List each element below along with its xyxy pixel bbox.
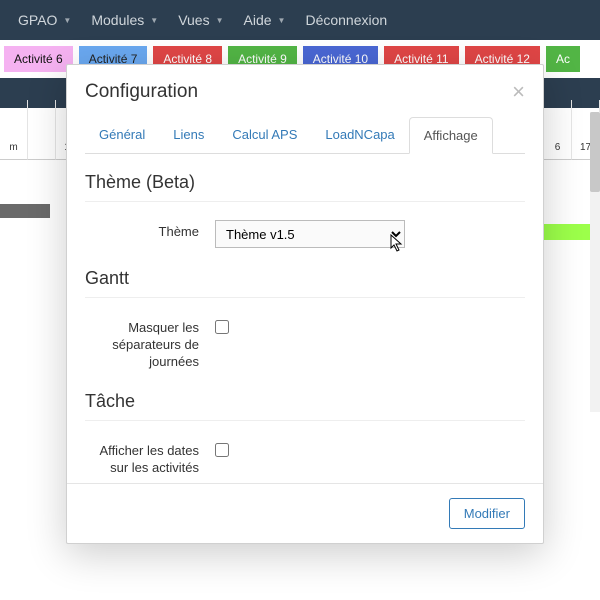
- section-heading-theme: Thème (Beta): [85, 172, 525, 193]
- close-icon[interactable]: ×: [512, 81, 525, 103]
- nav-aide[interactable]: Aide▼: [234, 12, 296, 28]
- modal-title: Configuration: [85, 81, 198, 103]
- caret-down-icon: ▼: [216, 16, 224, 25]
- scrollbar-thumb[interactable]: [590, 112, 600, 192]
- divider: [85, 201, 525, 202]
- caret-down-icon: ▼: [150, 16, 158, 25]
- tab-general[interactable]: Général: [85, 117, 159, 153]
- form-row-theme: Thème Thème v1.5: [85, 220, 525, 248]
- divider: [85, 420, 525, 421]
- nav-vues[interactable]: Vues▼: [168, 12, 233, 28]
- nav-logout[interactable]: Déconnexion: [295, 12, 397, 28]
- activity-6[interactable]: Activité 6: [4, 46, 73, 72]
- top-navbar: GPAO▼ Modules▼ Vues▼ Aide▼ Déconnexion: [0, 0, 600, 40]
- task-dates-checkbox[interactable]: [215, 443, 229, 457]
- modal-body: Général Liens Calcul APS LoadNCapa Affic…: [67, 117, 543, 483]
- form-row-gantt-sep: Masquer les séparateurs de journées: [85, 316, 525, 371]
- gantt-col: [28, 100, 56, 160]
- section-heading-task: Tâche: [85, 391, 525, 412]
- tab-affichage[interactable]: Affichage: [409, 117, 493, 154]
- theme-select[interactable]: Thème v1.5: [215, 220, 405, 248]
- gantt-bar[interactable]: [0, 204, 50, 218]
- tab-calcul-aps[interactable]: Calcul APS: [218, 117, 311, 153]
- nav-modules[interactable]: Modules▼: [81, 12, 168, 28]
- activity-ac[interactable]: Ac: [546, 46, 580, 72]
- gantt-separator-label: Masquer les séparateurs de journées: [85, 316, 215, 371]
- modal-footer: Modifier: [67, 483, 543, 543]
- divider: [85, 297, 525, 298]
- theme-label: Thème: [85, 220, 215, 241]
- tab-liens[interactable]: Liens: [159, 117, 218, 153]
- caret-down-icon: ▼: [278, 16, 286, 25]
- modifier-button[interactable]: Modifier: [449, 498, 525, 529]
- modal-header: Configuration ×: [67, 65, 543, 117]
- task-dates-label: Afficher les dates sur les activités: [85, 439, 215, 477]
- tab-loadncapa[interactable]: LoadNCapa: [311, 117, 408, 153]
- caret-down-icon: ▼: [63, 16, 71, 25]
- section-heading-gantt: Gantt: [85, 268, 525, 289]
- configuration-modal: Configuration × Général Liens Calcul APS…: [66, 64, 544, 544]
- gantt-separator-checkbox[interactable]: [215, 320, 229, 334]
- tab-list: Général Liens Calcul APS LoadNCapa Affic…: [85, 117, 525, 154]
- nav-gpao[interactable]: GPAO▼: [8, 12, 81, 28]
- gantt-col: m: [0, 100, 28, 160]
- form-row-task-dates: Afficher les dates sur les activités: [85, 439, 525, 477]
- gantt-col: 6: [544, 100, 572, 160]
